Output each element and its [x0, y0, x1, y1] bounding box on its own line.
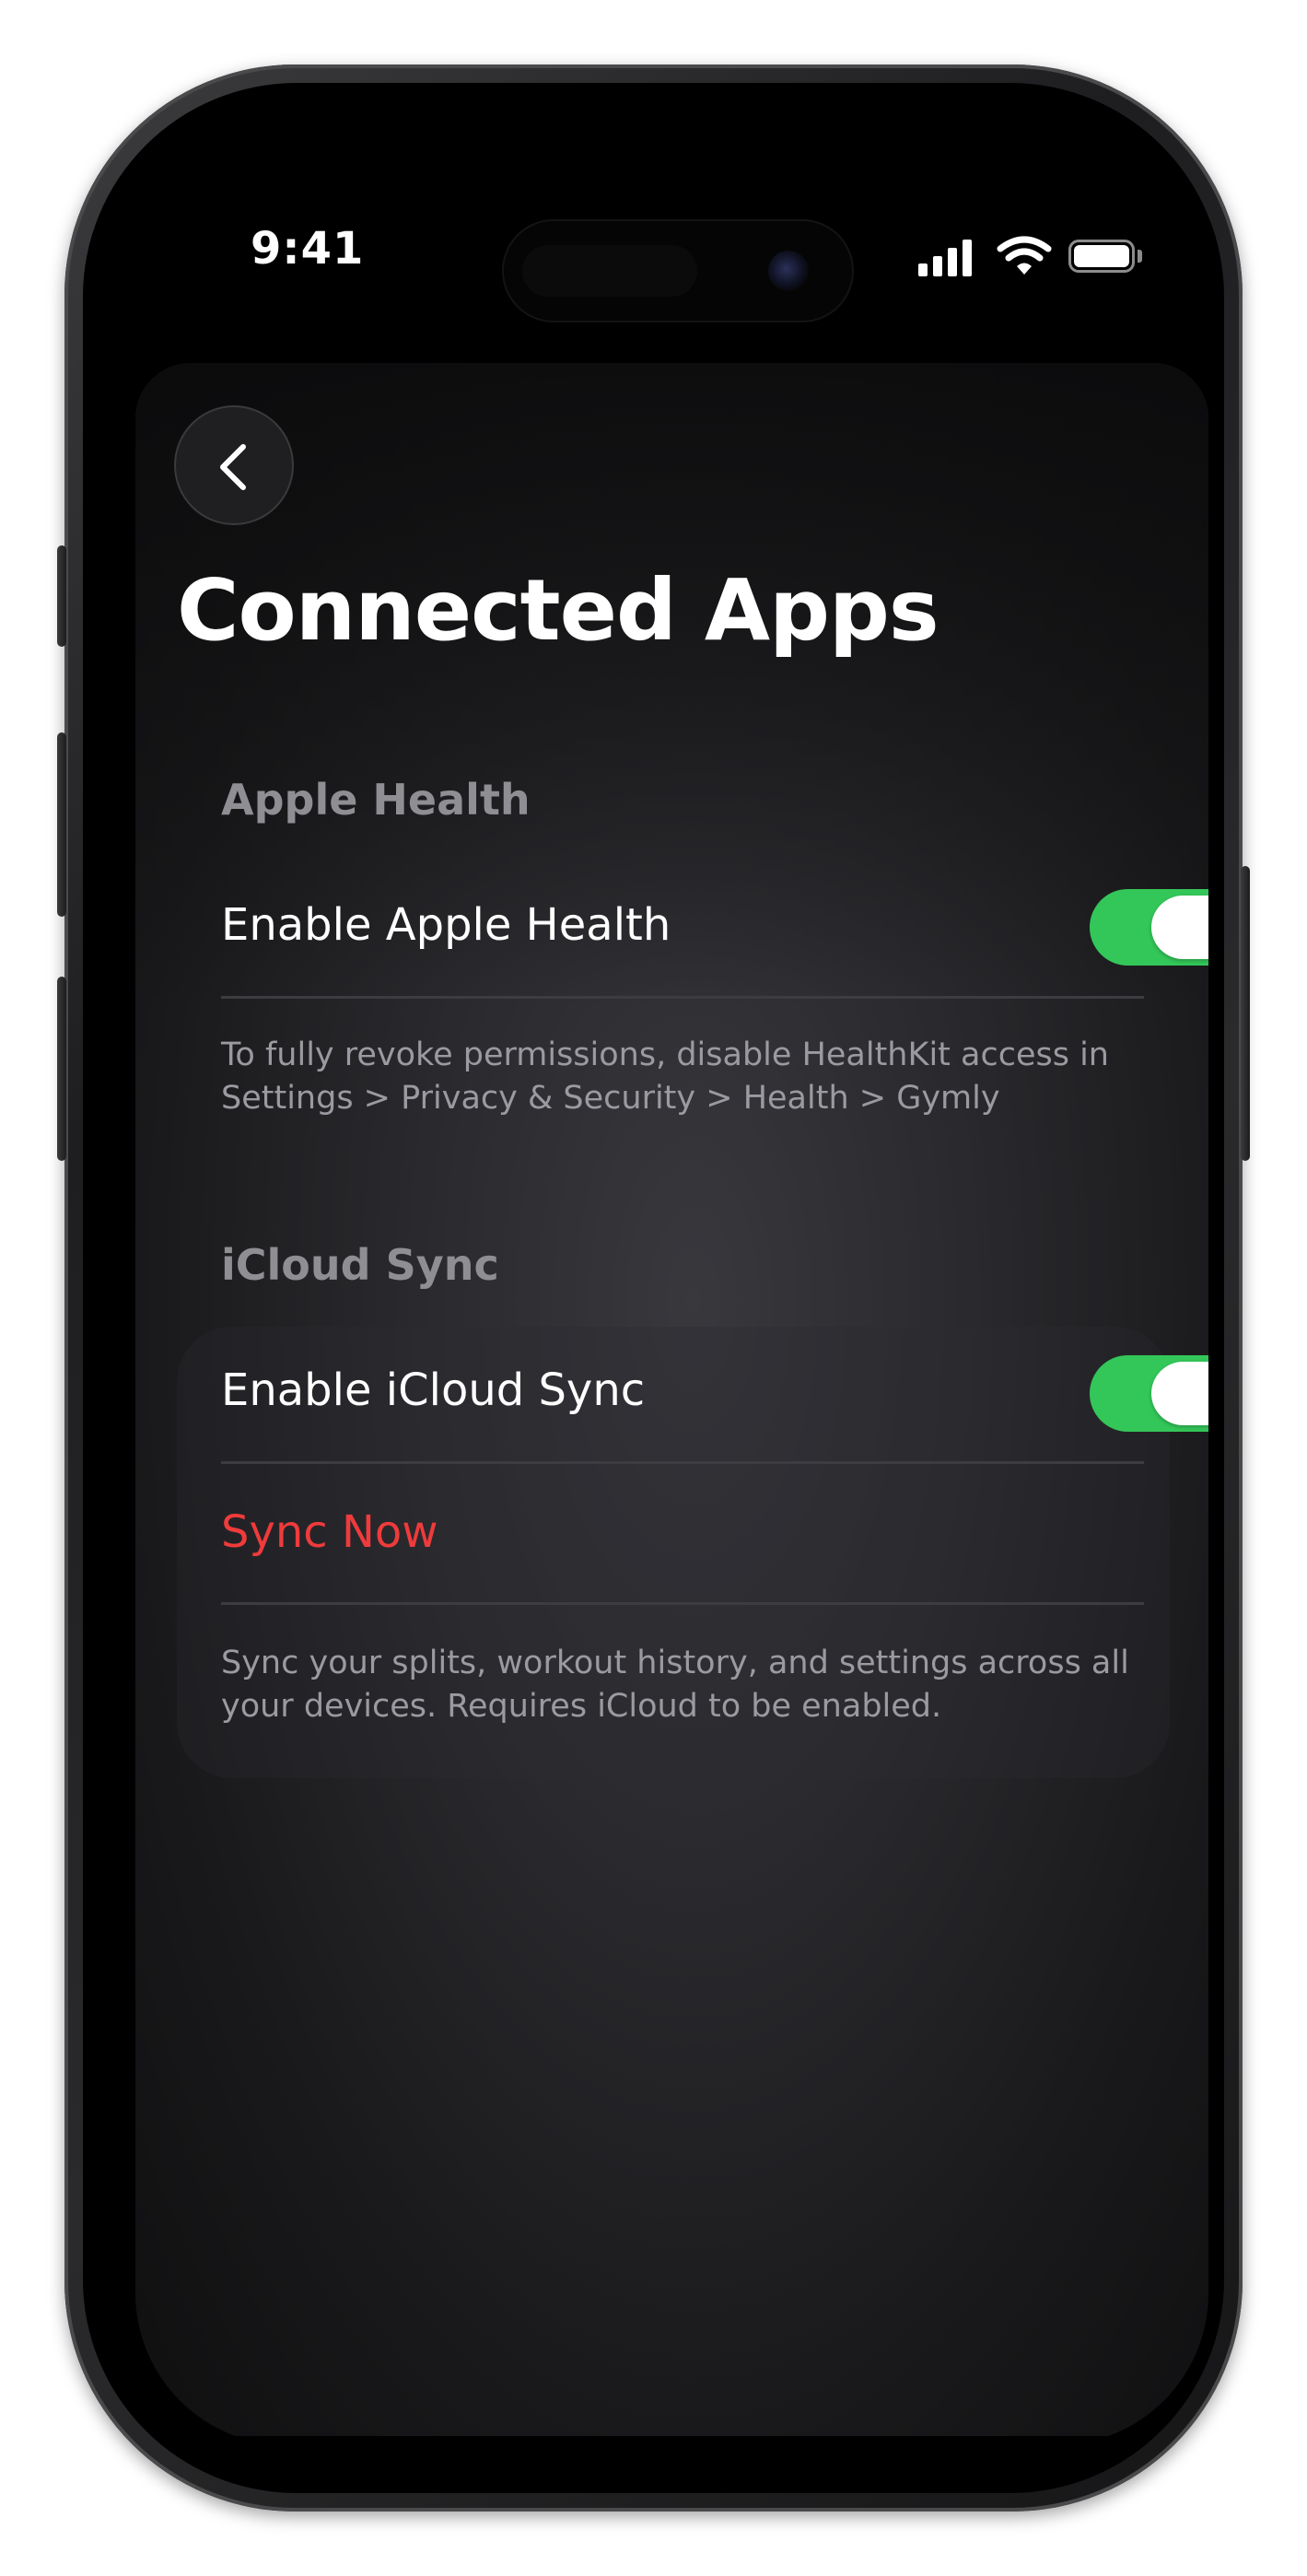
apple-health-footnote: To fully revoke permissions, disable Hea… [221, 1036, 1109, 1117]
volume-up-button [57, 732, 66, 917]
wifi-icon [997, 236, 1052, 275]
section-header-apple-health: Apple Health [221, 775, 531, 825]
icloud-sync-toggle[interactable] [1090, 1355, 1208, 1432]
toggle-knob [1151, 896, 1208, 959]
page-title: Connected Apps [177, 561, 939, 660]
enable-icloud-sync-label: Enable iCloud Sync [221, 1364, 646, 1416]
chevron-left-icon [220, 444, 246, 490]
cellular-signal-icon [918, 236, 974, 276]
back-button[interactable] [174, 405, 294, 525]
power-button [1241, 866, 1250, 1161]
volume-down-button [57, 977, 66, 1161]
action-button [57, 545, 66, 647]
phone-bezel: 9:41 Connected Apps Apple Health Enable … [83, 83, 1224, 2493]
screen: 9:41 Connected Apps Apple Health Enable … [131, 131, 1213, 2482]
toggle-knob [1151, 1362, 1208, 1425]
sync-now-button[interactable]: Sync Now [221, 1506, 438, 1558]
enable-apple-health-label: Enable Apple Health [221, 899, 671, 951]
divider [221, 996, 1144, 999]
connected-apps-sheet: Connected Apps Apple Health Enable Apple… [135, 363, 1208, 2445]
status-time: 9:41 [251, 223, 365, 275]
phone-frame: 9:41 Connected Apps Apple Health Enable … [57, 64, 1250, 2512]
divider [221, 1461, 1144, 1464]
status-icons [918, 236, 1158, 276]
dynamic-island [504, 221, 852, 321]
home-area [131, 2436, 1213, 2482]
section-header-icloud-sync: iCloud Sync [221, 1240, 499, 1290]
front-camera-icon [768, 251, 809, 291]
island-sensor [522, 245, 697, 297]
icloud-sync-footnote: Sync your splits, workout history, and s… [221, 1645, 1129, 1725]
apple-health-toggle[interactable] [1090, 889, 1208, 966]
divider [221, 1602, 1144, 1605]
